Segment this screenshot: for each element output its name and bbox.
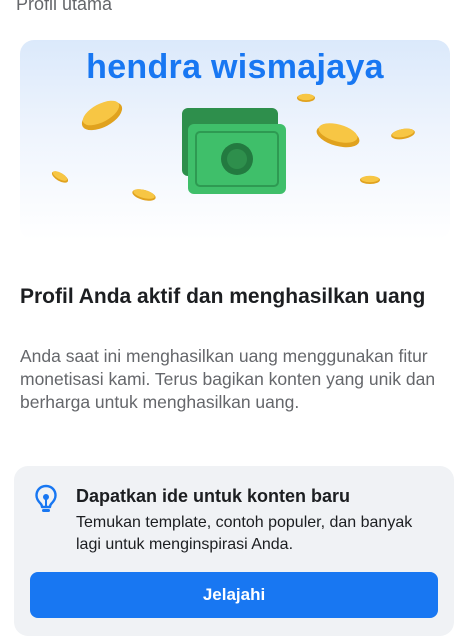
coin-icon [360,175,380,184]
idea-card-title: Dapatkan ide untuk konten baru [76,486,351,506]
profile-banner: hendra wismajaya [20,40,450,240]
money-icon [182,108,286,194]
coin-icon [316,123,360,148]
coin-icon [391,128,415,140]
status-description: Anda saat ini menghasilkan uang mengguna… [20,346,436,412]
explore-button[interactable]: Jelajahi [30,572,438,618]
content-ideas-card: Dapatkan ide untuk konten baru Temukan t… [14,466,454,636]
money-coins-illustration [51,93,415,201]
coin-icon [81,100,123,131]
idea-card-description: Temukan template, contoh populer, dan ba… [76,514,413,553]
coin-icon [132,189,156,201]
page-title: Profil utama [16,0,113,14]
coin-icon [297,93,315,102]
lightbulb-icon [34,484,58,519]
coin-icon [51,171,69,183]
status-headline: Profil Anda aktif dan menghasilkan uang [20,285,426,308]
